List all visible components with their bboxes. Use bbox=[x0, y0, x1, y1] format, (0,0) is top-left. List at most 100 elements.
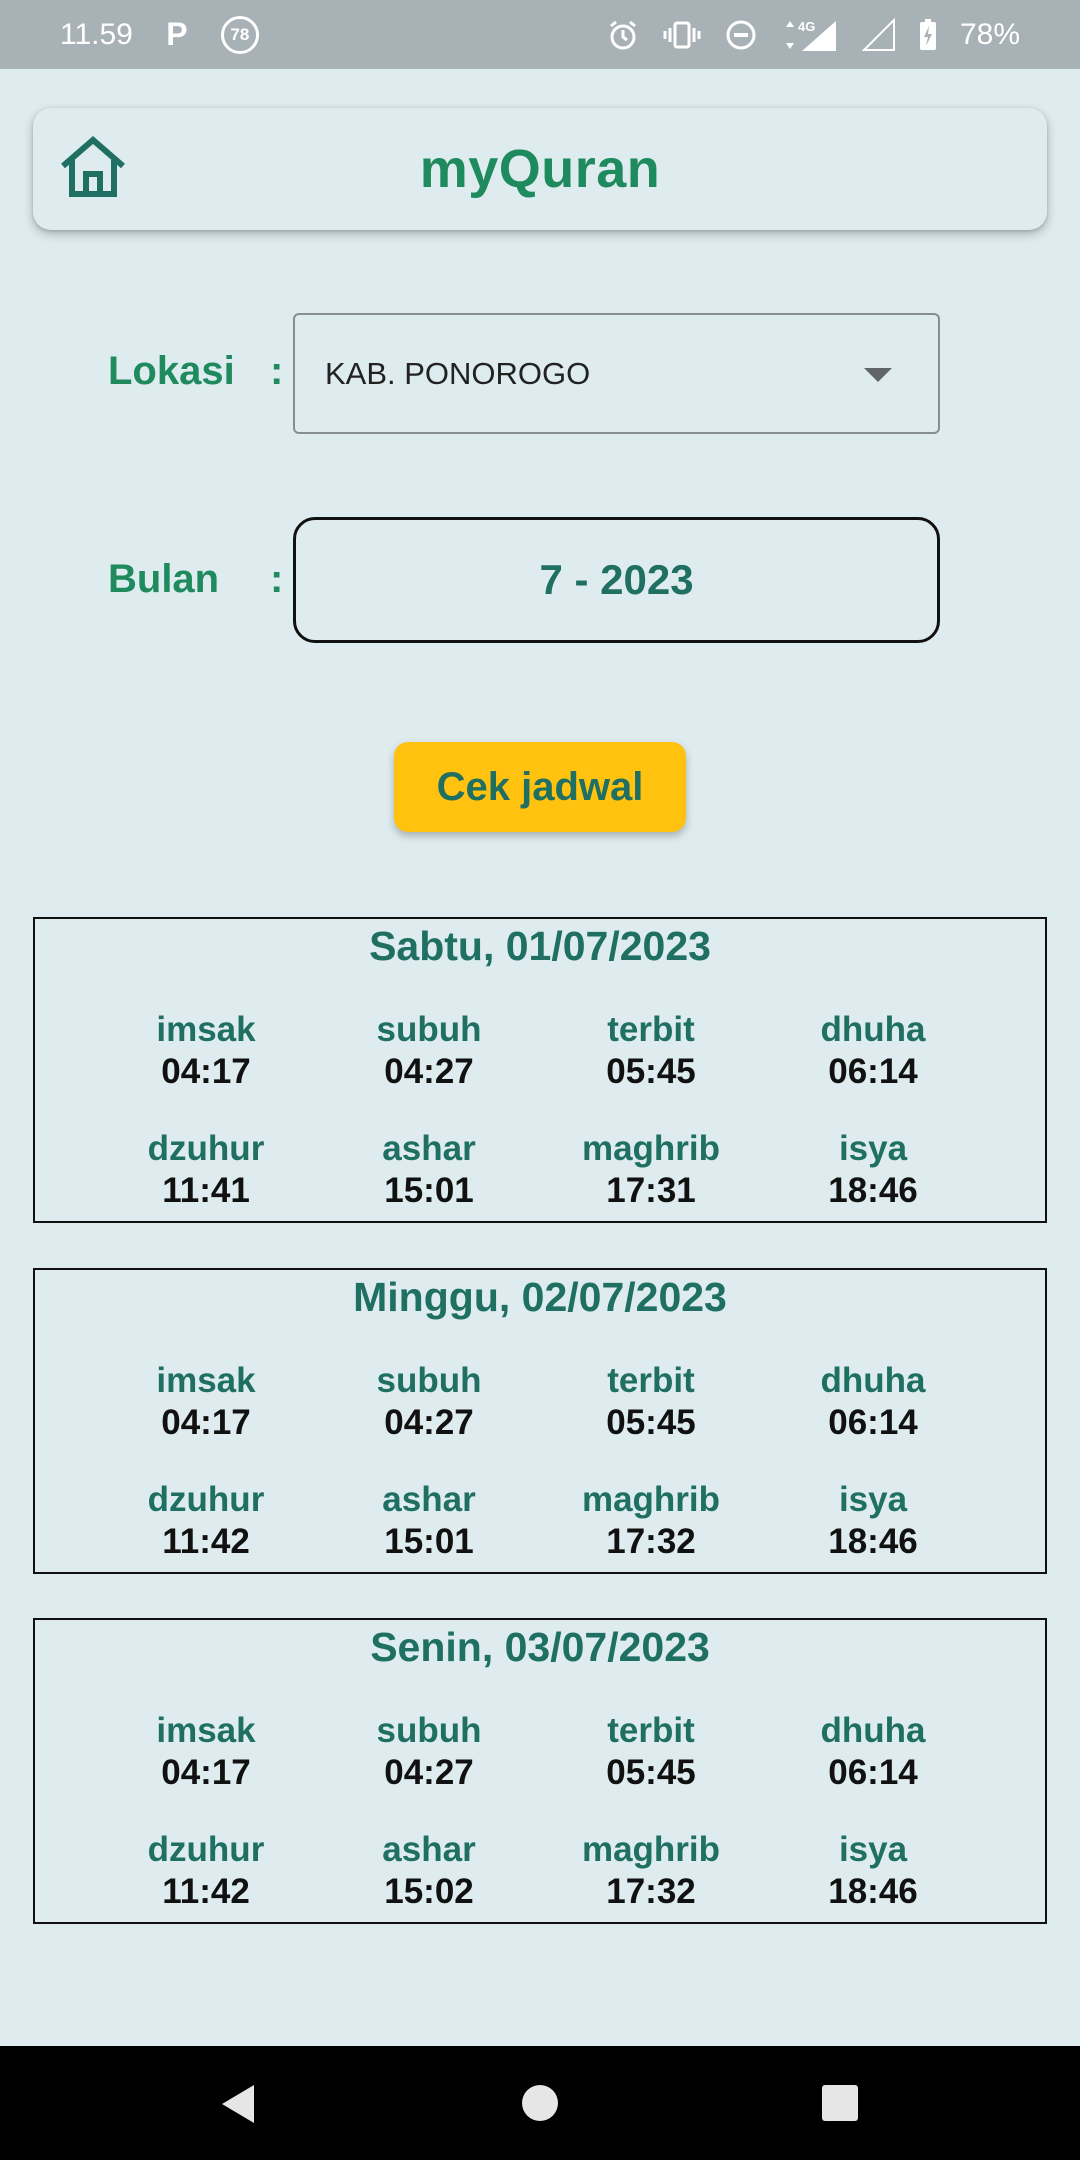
recents-square-icon bbox=[820, 2083, 860, 2128]
prayer-name: subuh bbox=[376, 1711, 482, 1750]
prayer-time: 05:45 bbox=[606, 1753, 696, 1792]
prayer-name: dhuha bbox=[820, 1361, 926, 1400]
prayer-time-slot: maghrib 17:32 bbox=[551, 1479, 751, 1563]
status-bar: 11.59 P 78 4G 78% bbox=[0, 0, 1080, 69]
prayer-name: terbit bbox=[607, 1010, 695, 1049]
prayer-time-slot: dhuha 06:14 bbox=[773, 1009, 973, 1093]
prayer-name: ashar bbox=[382, 1480, 476, 1519]
prayer-time: 04:17 bbox=[161, 1753, 251, 1792]
prayer-time: 06:14 bbox=[828, 1052, 918, 1091]
signal-4g-icon: 4G bbox=[780, 17, 840, 53]
parking-notification-icon: P bbox=[166, 16, 188, 52]
prayer-time-slot: dhuha 06:14 bbox=[773, 1360, 973, 1444]
day-date: Senin, 03/07/2023 bbox=[370, 1624, 710, 1670]
nav-home-button[interactable] bbox=[520, 2083, 560, 2128]
day-schedule-card: Senin, 03/07/2023 imsak 04:17 subuh 04:27 ter… bbox=[33, 1618, 1047, 1924]
prayer-time-slot: dhuha 06:14 bbox=[773, 1710, 973, 1794]
location-label: Lokasi bbox=[108, 349, 235, 393]
prayer-name: ashar bbox=[382, 1129, 476, 1168]
day-date: Sabtu, 01/07/2023 bbox=[369, 923, 711, 969]
prayer-time: 15:01 bbox=[384, 1522, 474, 1561]
prayer-time: 15:02 bbox=[384, 1872, 474, 1911]
prayer-name: ashar bbox=[382, 1830, 476, 1869]
prayer-name: imsak bbox=[156, 1361, 256, 1400]
prayer-time: 15:01 bbox=[384, 1171, 474, 1210]
prayer-time: 04:27 bbox=[384, 1753, 474, 1792]
home-icon bbox=[58, 135, 128, 203]
prayer-time: 11:42 bbox=[162, 1522, 250, 1561]
location-select[interactable]: KAB. PONOROGO bbox=[293, 313, 940, 434]
prayer-time: 18:46 bbox=[828, 1522, 918, 1561]
prayer-time-slot: isya 18:46 bbox=[773, 1829, 973, 1913]
prayer-time: 17:31 bbox=[606, 1171, 696, 1210]
signal-empty-icon bbox=[861, 17, 896, 52]
prayer-name: isya bbox=[838, 1830, 908, 1869]
prayer-time-slot: ashar 15:01 bbox=[329, 1479, 529, 1563]
prayer-time-slot: isya 18:46 bbox=[773, 1128, 973, 1212]
month-colon: : bbox=[270, 557, 284, 601]
prayer-time: 04:27 bbox=[384, 1403, 474, 1442]
battery-percent: 78% bbox=[959, 17, 1020, 51]
nav-back-button[interactable] bbox=[218, 2083, 258, 2130]
month-picker[interactable]: 7 - 2023 bbox=[293, 517, 940, 643]
notification-count-badge: 78 bbox=[220, 15, 259, 54]
prayer-name: subuh bbox=[376, 1010, 482, 1049]
nav-recents-button[interactable] bbox=[820, 2083, 860, 2128]
app-title: myQuran bbox=[419, 139, 661, 199]
status-time: 11.59 bbox=[60, 17, 133, 51]
location-select-value: KAB. PONOROGO bbox=[325, 355, 591, 391]
prayer-name: terbit bbox=[607, 1711, 695, 1750]
alarm-icon bbox=[606, 18, 640, 52]
app-header: myQuran bbox=[33, 108, 1047, 230]
prayer-time: 04:17 bbox=[161, 1052, 251, 1091]
prayer-name: maghrib bbox=[581, 1480, 721, 1519]
prayer-time-slot: terbit 05:45 bbox=[551, 1710, 751, 1794]
prayer-time: 05:45 bbox=[606, 1403, 696, 1442]
prayer-time: 11:42 bbox=[162, 1872, 250, 1911]
check-schedule-button[interactable]: Cek jadwal bbox=[394, 742, 686, 832]
location-colon: : bbox=[270, 349, 284, 393]
do-not-disturb-icon bbox=[724, 18, 758, 52]
prayer-time-slot: dzuhur 11:42 bbox=[106, 1829, 306, 1913]
prayer-time-slot: dzuhur 11:41 bbox=[106, 1128, 306, 1212]
navigation-bar bbox=[0, 2046, 1080, 2160]
prayer-time: 06:14 bbox=[828, 1403, 918, 1442]
prayer-time: 06:14 bbox=[828, 1753, 918, 1792]
prayer-name: terbit bbox=[607, 1361, 695, 1400]
prayer-time-slot: imsak 04:17 bbox=[106, 1009, 306, 1093]
prayer-time-slot: terbit 05:45 bbox=[551, 1009, 751, 1093]
vibrate-icon bbox=[662, 18, 702, 52]
battery-charging-icon bbox=[918, 18, 938, 52]
prayer-name: subuh bbox=[376, 1361, 482, 1400]
day-schedule-card: Sabtu, 01/07/2023 imsak 04:17 subuh 04:27 ter… bbox=[33, 917, 1047, 1223]
prayer-time-slot: ashar 15:02 bbox=[329, 1829, 529, 1913]
home-button[interactable] bbox=[58, 135, 128, 203]
prayer-name: dzuhur bbox=[147, 1480, 265, 1519]
prayer-name: isya bbox=[838, 1129, 908, 1168]
prayer-time: 18:46 bbox=[828, 1872, 918, 1911]
prayer-time-slot: dzuhur 11:42 bbox=[106, 1479, 306, 1563]
prayer-name: imsak bbox=[156, 1010, 256, 1049]
prayer-time-slot: maghrib 17:31 bbox=[551, 1128, 751, 1212]
prayer-name: dhuha bbox=[820, 1711, 926, 1750]
prayer-time-slot: subuh 04:27 bbox=[329, 1710, 529, 1794]
prayer-time-slot: terbit 05:45 bbox=[551, 1360, 751, 1444]
prayer-time: 17:32 bbox=[606, 1872, 696, 1911]
prayer-name: imsak bbox=[156, 1711, 256, 1750]
prayer-time-slot: isya 18:46 bbox=[773, 1479, 973, 1563]
prayer-time-slot: subuh 04:27 bbox=[329, 1360, 529, 1444]
prayer-name: dzuhur bbox=[147, 1830, 265, 1869]
prayer-time-slot: imsak 04:17 bbox=[106, 1360, 306, 1444]
prayer-time-slot: ashar 15:01 bbox=[329, 1128, 529, 1212]
prayer-time-slot: imsak 04:17 bbox=[106, 1710, 306, 1794]
prayer-time-slot: subuh 04:27 bbox=[329, 1009, 529, 1093]
prayer-time: 04:17 bbox=[161, 1403, 251, 1442]
svg-text:4G: 4G bbox=[798, 19, 815, 34]
chevron-down-icon bbox=[864, 368, 892, 382]
month-label: Bulan bbox=[108, 557, 220, 601]
prayer-name: isya bbox=[838, 1480, 908, 1519]
month-picker-value: 7 - 2023 bbox=[539, 556, 694, 603]
prayer-time: 04:27 bbox=[384, 1052, 474, 1091]
prayer-name: dzuhur bbox=[147, 1129, 265, 1168]
home-circle-icon bbox=[520, 2083, 560, 2128]
